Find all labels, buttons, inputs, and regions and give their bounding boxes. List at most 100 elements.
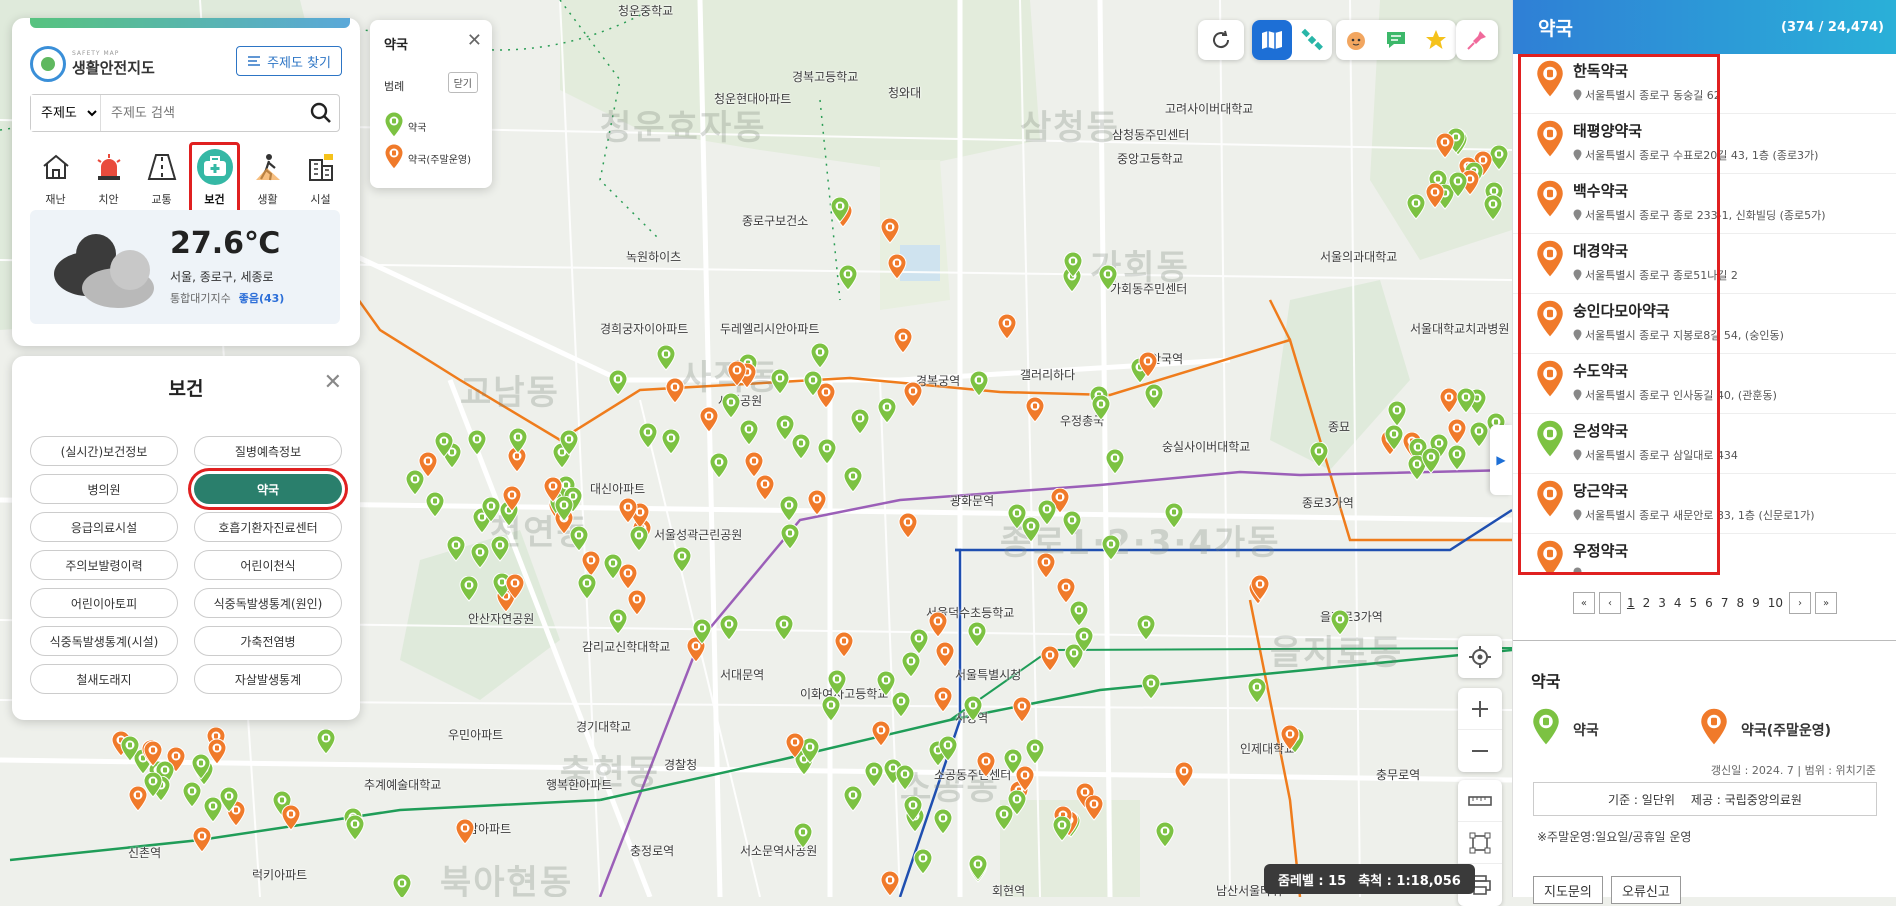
panel-toggle-button[interactable]: ▶ [1490,425,1512,495]
category-bar: 재난 치안 교통 보건 생활 시설 [30,142,346,214]
category-road[interactable]: 교통 [136,142,187,214]
zoom-in-button[interactable] [1458,688,1502,730]
page-number[interactable]: 1 [1625,596,1637,610]
health-chip[interactable]: (실시간)보건정보 [30,436,178,466]
close-icon[interactable]: ✕ [467,30,482,51]
list-item[interactable]: 은성약국 서울특별시 종로구 삼일대로 434 [1513,414,1896,474]
place-label: 신촌역 [128,846,162,860]
legend-popup-item-weekend: 약국(주말운영) [384,143,471,173]
hiking-icon [250,149,286,185]
weekend-pharmacy-pin-icon [1535,479,1565,523]
area-button[interactable] [1458,822,1502,864]
search-input[interactable] [101,95,303,131]
location-icon [1573,89,1582,101]
search-bar: 주제도 [30,94,340,132]
page-number[interactable]: 2 [1641,596,1653,610]
list-item[interactable]: 백수약국 서울특별시 종로구 종로 233-1, 신화빌딩 (종로5가) [1513,174,1896,234]
page-number[interactable]: 8 [1734,596,1746,610]
list-item[interactable]: 태평양약국 서울특별시 종로구 수표로20길 43, 1층 (종로3가) [1513,114,1896,174]
minus-icon [1472,750,1488,752]
list-item[interactable]: 대경약국 서울특별시 종로구 종로51나길 2 [1513,234,1896,294]
pin-button[interactable] [1456,20,1498,60]
category-building[interactable]: 시설 [295,142,346,214]
health-chip[interactable]: 약국 [194,474,342,504]
pharmacy-name[interactable]: 당근약국 [1573,480,1815,501]
place-label: 서울성곽근린공원 [654,528,743,542]
list-item[interactable]: 한독약국 서울특별시 종로구 동숭길 62 [1513,54,1896,114]
health-chip[interactable]: 가축전염병 [194,626,342,656]
distance-button[interactable] [1458,780,1502,822]
weekend-pharmacy-pin-icon [1699,707,1729,751]
page-number[interactable]: 9 [1750,596,1762,610]
map-inquiry-button[interactable]: 지도문의 [1533,876,1603,904]
health-chip[interactable]: 식중독발생통계(시설) [30,626,178,656]
kids-button[interactable] [1336,20,1376,60]
health-chip[interactable]: 자살발생통계 [194,664,342,694]
pharmacy-list[interactable]: 한독약국 서울특별시 종로구 동숭길 62 태평양약국 서울특별시 종로구 수표… [1513,54,1896,574]
pharmacy-name[interactable]: 대경약국 [1573,240,1738,261]
refresh-button[interactable] [1198,20,1244,60]
health-chip[interactable]: 철새도래지 [30,664,178,694]
satellite-button[interactable] [1292,20,1332,60]
error-report-button[interactable]: 오류신고 [1611,876,1681,904]
health-chip[interactable]: 어린이아토피 [30,588,178,618]
category-house-disaster[interactable]: 재난 [30,142,81,214]
page-number[interactable]: 4 [1672,596,1684,610]
page-number[interactable]: 5 [1688,596,1700,610]
pharmacy-name[interactable]: 백수약국 [1573,180,1826,201]
page-number[interactable]: 3 [1656,596,1668,610]
page-number[interactable]: 10 [1766,596,1785,610]
pharmacy-name[interactable]: 은성약국 [1573,420,1738,441]
my-location-button[interactable] [1458,636,1502,678]
ruler-icon [1468,795,1492,806]
site-logo[interactable]: SAFETY MAP 생활안전지도 [30,46,155,82]
list-item[interactable]: 숭인다모아약국 서울특별시 종로구 지봉로8길 54, (숭인동) [1513,294,1896,354]
favorite-button[interactable] [1416,20,1456,60]
health-chip[interactable]: 병의원 [30,474,178,504]
search-button[interactable] [303,95,339,131]
place-label: 경기대학교 [576,720,632,734]
place-label: 대신아파트 [590,482,646,496]
category-first-aid-kit[interactable]: 보건 [189,142,240,214]
legend-hide-button[interactable]: 닫기 [447,72,478,93]
list-item[interactable]: 당근약국 서울특별시 종로구 새문안로 83, 1층 (신문로1가) [1513,474,1896,534]
health-chip[interactable]: 질병예측정보 [194,436,342,466]
basemap-button[interactable] [1252,20,1292,60]
place-label: 경희궁자이아파트 [600,322,689,336]
pharmacy-name[interactable]: 숭인다모아약국 [1573,300,1784,321]
zoom-out-button[interactable] [1458,730,1502,772]
page-number[interactable]: 7 [1719,596,1731,610]
health-chip[interactable]: 어린이천식 [194,550,342,580]
notice-button[interactable] [1376,20,1416,60]
map-type-toggle [1252,20,1332,60]
pharmacy-name[interactable]: 한독약국 [1573,60,1721,81]
place-label: 서울대학교치과병원 [1410,322,1510,336]
list-item[interactable]: 우정약국 [1513,534,1896,574]
next-page-button[interactable]: › [1789,592,1812,614]
pharmacy-address: 서울특별시 종로구 동숭길 62 [1573,87,1721,103]
pharmacy-name[interactable]: 수도약국 [1573,360,1777,381]
pharmacy-name[interactable]: 태평양약국 [1573,120,1818,141]
page-number[interactable]: 6 [1703,596,1715,610]
place-label: 삼청동주민센터 [1112,128,1190,142]
close-icon[interactable]: ✕ [324,370,342,395]
place-label: 추계예술대학교 [364,778,442,792]
theme-select[interactable]: 주제도 [31,95,101,131]
address-text: 서울특별시 종로구 종로51나길 2 [1585,269,1738,282]
first-page-button[interactable]: « [1572,592,1595,614]
health-chip[interactable]: 호흡기환자진료센터 [194,512,342,542]
gps-control[interactable] [1458,636,1502,678]
health-chip[interactable]: 응급의료시설 [30,512,178,542]
theme-find-button[interactable]: 주제도 찾기 [236,46,342,76]
results-count: (374 / 24,474) [1781,19,1884,35]
pharmacy-name[interactable]: 우정약국 [1573,540,1628,561]
last-page-button[interactable]: » [1815,592,1838,614]
place-label: 감리교신학대학교 [582,640,671,654]
health-chip[interactable]: 식중독발생통계(원인) [194,588,342,618]
prev-page-button[interactable]: ‹ [1598,592,1621,614]
category-hiking[interactable]: 생활 [242,142,293,214]
health-chip[interactable]: 주의보발령이력 [30,550,178,580]
category-label: 시설 [310,193,331,206]
list-item[interactable]: 수도약국 서울특별시 종로구 인사동길 40, (관훈동) [1513,354,1896,414]
category-siren[interactable]: 치안 [83,142,134,214]
